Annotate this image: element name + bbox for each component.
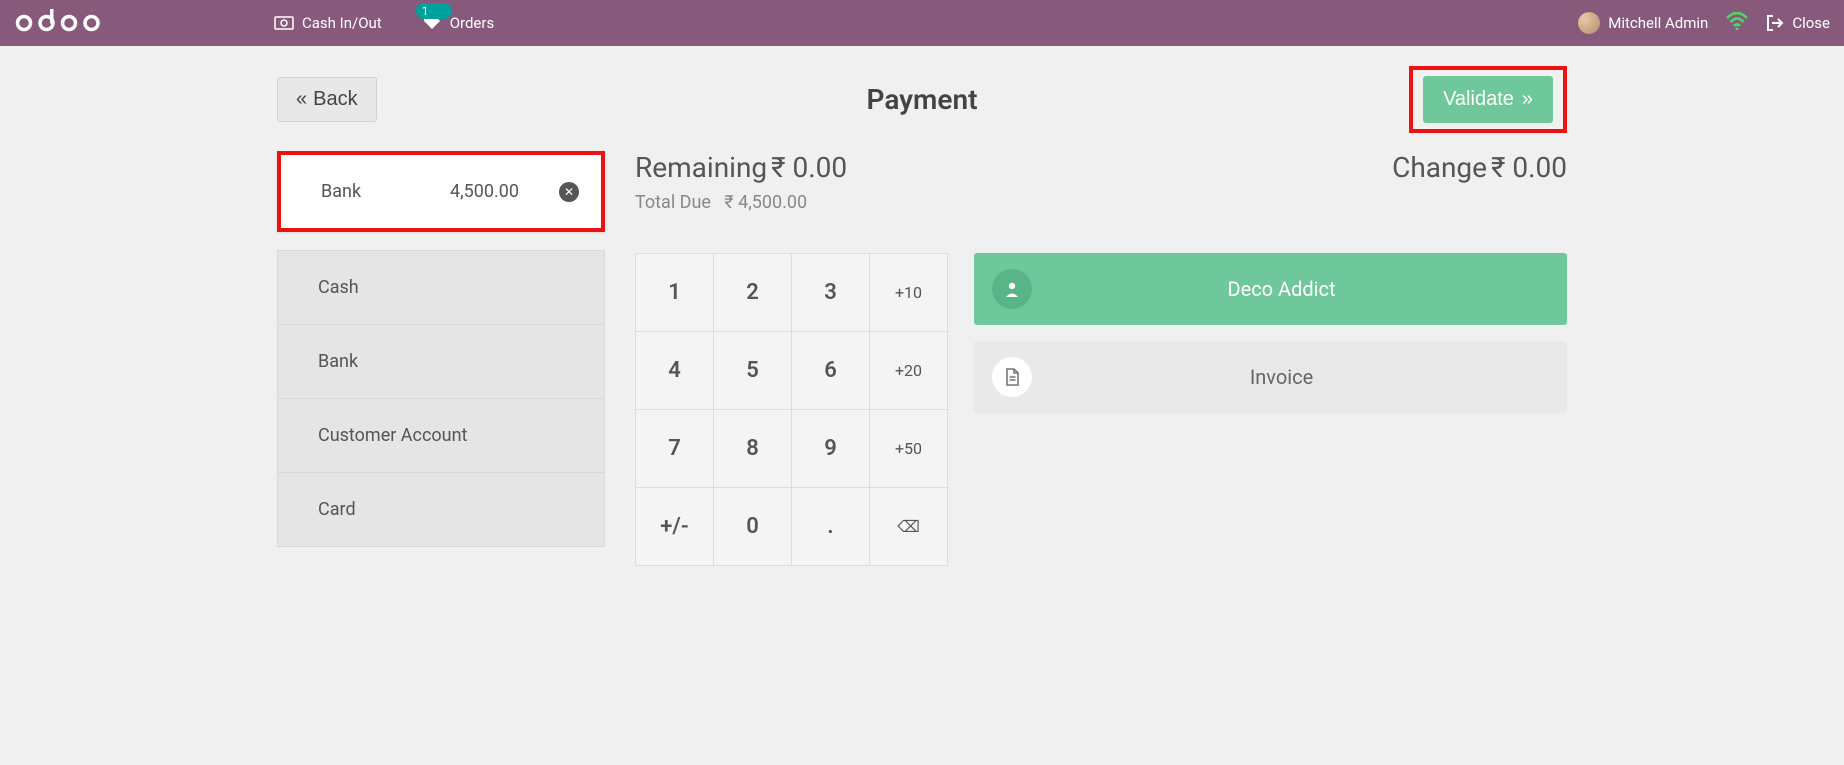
wifi-icon <box>1726 12 1748 35</box>
orders-badge: 1 <box>416 3 452 19</box>
logout-icon <box>1766 14 1784 32</box>
selected-payment-amount: 4,500.00 <box>450 181 519 202</box>
topbar: Cash In/Out 1 Orders Mitchell Admin Clos… <box>0 0 1844 46</box>
numkey-8[interactable]: 8 <box>714 410 791 487</box>
numkey-2[interactable]: 2 <box>714 254 791 331</box>
numkey-1[interactable]: 1 <box>636 254 713 331</box>
validate-label: Validate <box>1443 88 1514 111</box>
back-label: Back <box>313 88 357 111</box>
invoice-button[interactable]: Invoice <box>974 341 1567 413</box>
customer-name: Deco Addict <box>1014 277 1549 301</box>
payment-method-customer-account[interactable]: Customer Account <box>278 399 604 473</box>
user-name: Mitchell Admin <box>1608 14 1708 32</box>
numkey-backspace[interactable]: ⌫ <box>870 488 947 565</box>
payment-method-card[interactable]: Card <box>278 473 604 546</box>
payment-method-list: Cash Bank Customer Account Card <box>277 250 605 547</box>
selected-payment-method: Bank <box>321 181 420 202</box>
total-due-value: ₹ 4,500.00 <box>724 192 807 213</box>
numkey-5[interactable]: 5 <box>714 332 791 409</box>
validate-highlight-box: Validate » <box>1409 66 1567 133</box>
customer-button[interactable]: Deco Addict <box>974 253 1567 325</box>
user-menu[interactable]: Mitchell Admin <box>1578 12 1708 34</box>
numkey-plus20[interactable]: +20 <box>870 332 947 409</box>
close-button[interactable]: Close <box>1766 14 1830 32</box>
selected-payment-line[interactable]: Bank 4,500.00 ✕ <box>277 151 605 232</box>
close-label: Close <box>1792 14 1830 32</box>
numkey-3[interactable]: 3 <box>792 254 869 331</box>
chevron-right-double-icon: » <box>1522 88 1533 111</box>
back-button[interactable]: « Back <box>277 77 377 122</box>
remove-payment-icon[interactable]: ✕ <box>559 182 579 202</box>
payment-method-cash[interactable]: Cash <box>278 251 604 325</box>
total-due: Total Due ₹ 4,500.00 <box>635 192 1567 213</box>
numkey-0[interactable]: 0 <box>714 488 791 565</box>
total-due-label: Total Due <box>635 192 711 213</box>
cash-in-out-button[interactable]: Cash In/Out <box>274 14 382 32</box>
remaining-value: ₹ 0.00 <box>771 151 847 184</box>
numkey-4[interactable]: 4 <box>636 332 713 409</box>
cash-icon <box>274 16 294 30</box>
numkey-7[interactable]: 7 <box>636 410 713 487</box>
numkey-9[interactable]: 9 <box>792 410 869 487</box>
page-title: Payment <box>867 83 978 116</box>
payment-method-bank[interactable]: Bank <box>278 325 604 399</box>
change-value: ₹ 0.00 <box>1491 151 1567 184</box>
cash-in-out-label: Cash In/Out <box>302 14 382 32</box>
validate-button[interactable]: Validate » <box>1423 76 1553 123</box>
chevron-left-double-icon: « <box>296 88 307 111</box>
orders-button[interactable]: 1 Orders <box>422 11 495 35</box>
invoice-label: Invoice <box>1014 365 1549 389</box>
odoo-logo <box>14 9 104 37</box>
orders-label: Orders <box>450 14 495 32</box>
numkey-plus10[interactable]: +10 <box>870 254 947 331</box>
numkey-plusminus[interactable]: +/- <box>636 488 713 565</box>
numkey-6[interactable]: 6 <box>792 332 869 409</box>
change-label: Change <box>1392 151 1487 184</box>
tag-icon: 1 <box>422 11 442 35</box>
numkey-dot[interactable]: . <box>792 488 869 565</box>
remaining-label: Remaining <box>635 151 767 184</box>
page-header: « Back Payment Validate » <box>277 58 1567 151</box>
amounts-summary: Remaining ₹ 0.00 Change ₹ 0.00 <box>635 151 1567 184</box>
avatar <box>1578 12 1600 34</box>
numkey-plus50[interactable]: +50 <box>870 410 947 487</box>
numpad: 1 2 3 +10 4 5 6 +20 7 8 9 +50 +/- 0 <box>635 253 948 566</box>
